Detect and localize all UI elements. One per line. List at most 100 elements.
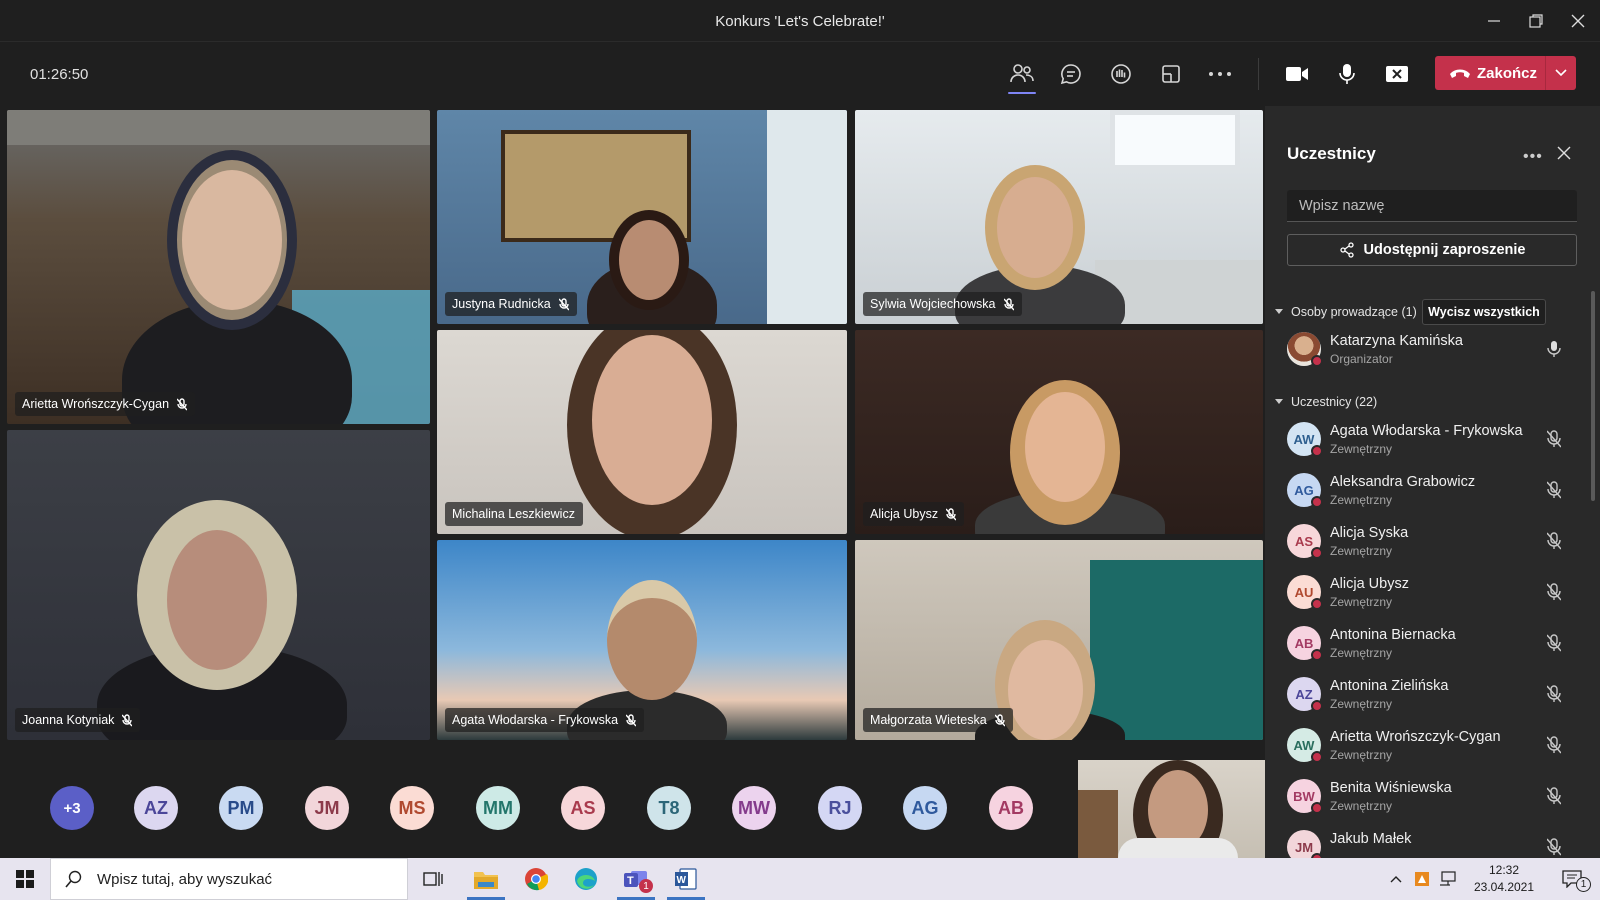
word-icon: W	[675, 868, 697, 890]
video-tile[interactable]: Joanna Kotyniak	[7, 430, 430, 740]
status-badge	[1311, 547, 1323, 559]
participant-name: Benita Wiśniewska	[1330, 780, 1452, 796]
participant-name-tag: Joanna Kotyniak	[15, 708, 141, 732]
chat-button[interactable]	[1051, 56, 1091, 92]
muted-mic-icon	[177, 397, 188, 411]
participant-search-input[interactable]: Wpisz nazwę	[1287, 190, 1577, 222]
presenters-section-toggle[interactable]: Osoby prowadzące (1)	[1275, 305, 1417, 319]
muted-mic-icon	[558, 297, 569, 311]
word-button[interactable]: W	[663, 863, 709, 900]
participants-button[interactable]	[1002, 56, 1042, 94]
participant-avatar[interactable]: AS	[561, 786, 605, 830]
more-icon	[1209, 72, 1231, 76]
overflow-participants-button[interactable]: +3	[50, 786, 94, 830]
participant-row[interactable]: AU Alicja Ubysz Zewnętrzny	[1287, 569, 1587, 617]
panel-more-options-button[interactable]: •••	[1523, 148, 1543, 166]
minimize-button[interactable]	[1474, 8, 1514, 34]
more-actions-button[interactable]	[1200, 56, 1240, 92]
participant-name: Alicja Syska	[1330, 525, 1409, 541]
edge-button[interactable]	[563, 863, 609, 895]
end-call-dropdown[interactable]	[1546, 69, 1576, 77]
participant-avatar[interactable]: AB	[989, 786, 1033, 830]
start-button[interactable]	[0, 858, 50, 900]
tray-app-icon	[1415, 872, 1429, 886]
share-invite-button[interactable]: Udostępnij zaproszenie	[1287, 234, 1577, 266]
video-tile[interactable]: Agata Włodarska - Frykowska	[437, 540, 847, 740]
file-explorer-button[interactable]	[463, 863, 509, 900]
participant-name: Katarzyna Kamińska	[1330, 333, 1463, 349]
muted-mic-icon	[1546, 685, 1562, 708]
participant-row[interactable]: AG Aleksandra Grabowicz Zewnętrzny	[1287, 467, 1587, 515]
taskbar-search-input[interactable]: Wpisz tutaj, aby wyszukać	[50, 858, 408, 900]
teams-notification-badge: 1	[639, 879, 653, 893]
participant-name: Alicja Ubysz	[1330, 576, 1409, 592]
network-button[interactable]	[1436, 863, 1460, 895]
toolbar-separator	[1258, 58, 1259, 90]
layout-button[interactable]	[1151, 56, 1191, 92]
mute-all-button[interactable]: Wycisz wszystkich	[1422, 299, 1546, 325]
participant-avatar[interactable]: MS	[390, 786, 434, 830]
participant-name-tag: Justyna Rudnicka	[445, 292, 577, 316]
video-tile[interactable]: Justyna Rudnicka	[437, 110, 847, 324]
rooms-icon	[1162, 65, 1180, 83]
video-tile[interactable]: Małgorzata Wieteska	[855, 540, 1263, 740]
participant-name-tag: Michalina Leszkiewicz	[445, 502, 583, 526]
participant-avatar[interactable]: AG	[903, 786, 947, 830]
self-video-preview[interactable]	[1078, 760, 1266, 858]
status-badge	[1311, 598, 1323, 610]
meeting-toolbar: 01:26:50 Zakończ	[0, 42, 1600, 106]
action-center-button[interactable]: 1	[1554, 863, 1591, 895]
video-tile[interactable]: Arietta Wrońszczyk-Cygan	[7, 110, 430, 424]
panel-scrollbar[interactable]	[1591, 291, 1595, 501]
participant-avatar[interactable]: PM	[219, 786, 263, 830]
chat-icon	[1060, 64, 1081, 85]
end-call-button[interactable]: Zakończ	[1435, 56, 1576, 90]
participant-avatar[interactable]: T8	[647, 786, 691, 830]
participant-avatar[interactable]: RJ	[818, 786, 862, 830]
hang-up-icon	[1450, 69, 1470, 78]
video-tile[interactable]: Sylwia Wojciechowska	[855, 110, 1263, 324]
participant-avatar[interactable]: MW	[732, 786, 776, 830]
participant-avatar[interactable]: AZ	[134, 786, 178, 830]
system-clock[interactable]: 12:32 23.04.2021	[1464, 862, 1544, 896]
status-badge	[1311, 355, 1323, 367]
show-hidden-icons-button[interactable]	[1384, 863, 1408, 895]
microphone-button[interactable]	[1327, 56, 1367, 92]
participant-role: Zewnętrzny	[1330, 442, 1393, 456]
participant-row[interactable]: AZ Antonina Zielińska Zewnętrzny	[1287, 671, 1587, 719]
participant-row[interactable]: BW Benita Wiśniewska Zewnętrzny	[1287, 773, 1587, 821]
panel-close-button[interactable]	[1557, 146, 1571, 165]
participant-row[interactable]: AS Alicja Syska Zewnętrzny	[1287, 518, 1587, 566]
close-window-button[interactable]	[1558, 8, 1598, 34]
muted-mic-icon	[1546, 430, 1562, 453]
video-tile[interactable]: Michalina Leszkiewicz	[437, 330, 847, 534]
participant-avatar[interactable]: MM	[476, 786, 520, 830]
participant-avatar[interactable]: JM	[305, 786, 349, 830]
video-tile[interactable]: Alicja Ubysz	[855, 330, 1263, 534]
meeting-timer: 01:26:50	[30, 66, 89, 83]
task-view-button[interactable]	[410, 863, 456, 895]
participant-row[interactable]: AW Agata Włodarska - Frykowska Zewnętrzny	[1287, 416, 1587, 464]
share-screen-button[interactable]	[1377, 56, 1417, 92]
reactions-button[interactable]	[1101, 56, 1141, 92]
title-bar: Konkurs 'Let's Celebrate!'	[0, 0, 1600, 42]
participant-row[interactable]: AW Arietta Wrońszczyk-Cygan Zewnętrzny	[1287, 722, 1587, 770]
status-badge	[1311, 496, 1323, 508]
chrome-icon	[525, 868, 548, 891]
muted-mic-icon	[946, 507, 957, 521]
chevron-up-icon	[1390, 876, 1402, 883]
teams-button[interactable]: T 1	[613, 863, 659, 900]
teams-meeting-window: Konkurs 'Let's Celebrate!' 01:26:50 Zako…	[0, 0, 1600, 900]
participant-row-organizer[interactable]: Katarzyna Kamińska Organizator	[1287, 326, 1587, 374]
window-title: Konkurs 'Let's Celebrate!'	[715, 13, 885, 30]
camera-button[interactable]	[1277, 56, 1317, 92]
restore-button[interactable]	[1516, 8, 1556, 34]
leave-button[interactable]: Zakończ	[1435, 65, 1545, 82]
edge-icon	[575, 868, 597, 890]
attendees-section-toggle[interactable]: Uczestnicy (22)	[1275, 395, 1377, 409]
tray-app-button[interactable]	[1410, 863, 1434, 895]
attendees-header: Uczestnicy (22)	[1291, 395, 1378, 409]
participant-name: Michalina Leszkiewicz	[452, 507, 575, 521]
chrome-button[interactable]	[513, 863, 559, 895]
participant-row[interactable]: AB Antonina Biernacka Zewnętrzny	[1287, 620, 1587, 668]
